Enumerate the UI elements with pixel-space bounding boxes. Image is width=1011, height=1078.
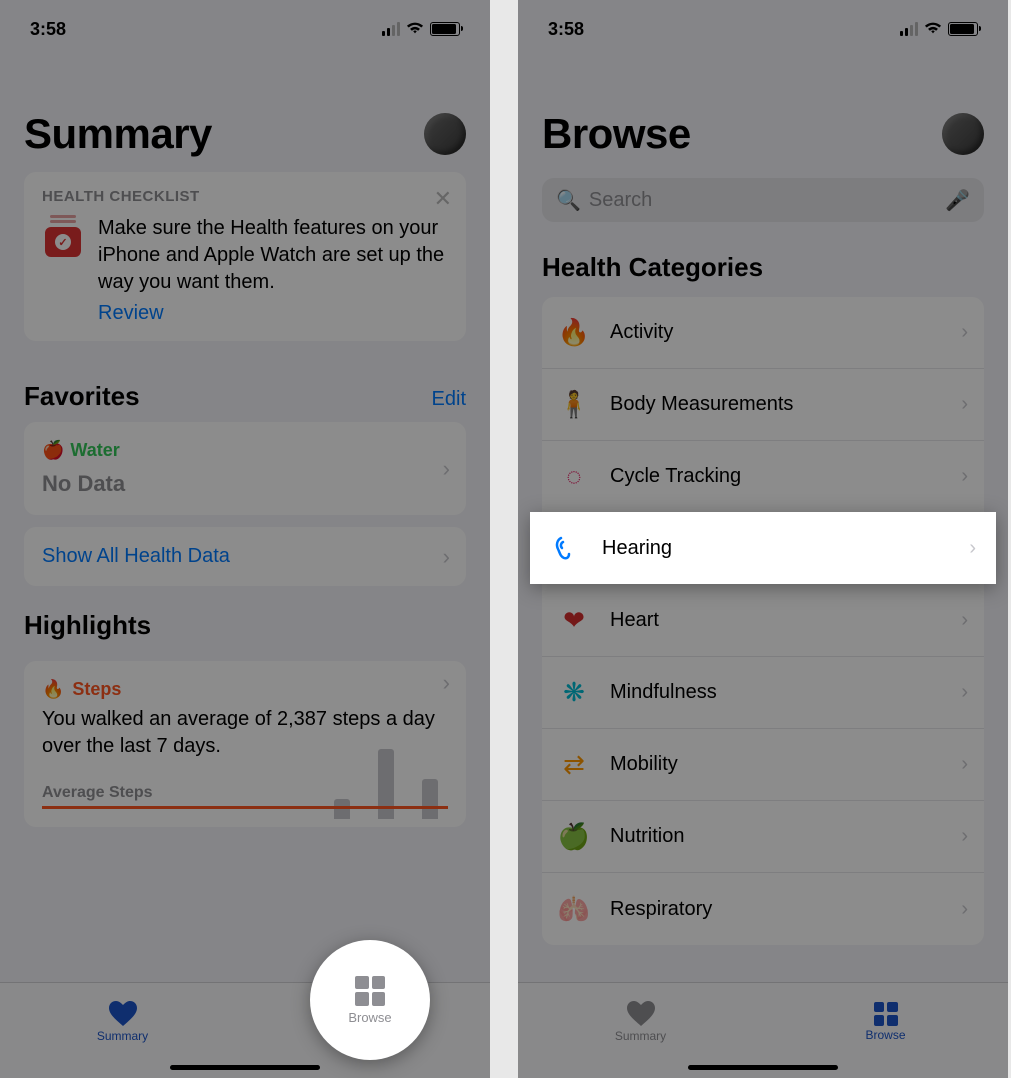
search-input[interactable]: 🔍 Search 🎤 bbox=[542, 178, 984, 222]
category-label: Nutrition bbox=[610, 825, 684, 848]
phone-summary: 3:58 Summary HEALTH CHECKLIST ✕ ✓ Make s… bbox=[0, 0, 490, 1078]
chevron-right-icon: › bbox=[443, 670, 450, 696]
chevron-right-icon: › bbox=[961, 465, 968, 488]
checklist-icon: ✓ bbox=[42, 215, 84, 325]
browse-highlight-label: Browse bbox=[348, 1010, 391, 1025]
no-data-label: No Data bbox=[42, 471, 448, 497]
category-label: Activity bbox=[610, 321, 673, 344]
chevron-right-icon: › bbox=[961, 609, 968, 632]
category-hearing[interactable]: Hearing › bbox=[530, 512, 996, 584]
mic-icon[interactable]: 🎤 bbox=[945, 188, 970, 213]
favorites-water-card[interactable]: 🍎 Water No Data › bbox=[24, 422, 466, 515]
ear-icon bbox=[548, 530, 584, 566]
phone-browse: 3:58 Browse 🔍 Search 🎤 Health Categories… bbox=[518, 0, 1008, 1078]
chevron-right-icon: › bbox=[961, 681, 968, 704]
chevron-right-icon: › bbox=[961, 321, 968, 344]
chevron-right-icon: › bbox=[969, 537, 976, 560]
signal-icon bbox=[382, 22, 400, 36]
status-bar: 3:58 bbox=[518, 0, 1008, 50]
flame-icon: 🔥 bbox=[42, 679, 64, 700]
category-nutrition[interactable]: 🍏 Nutrition › bbox=[542, 801, 984, 873]
chart-avg-line bbox=[42, 806, 448, 809]
checklist-header: HEALTH CHECKLIST bbox=[42, 188, 448, 205]
lungs-icon: 🫁 bbox=[556, 891, 592, 927]
chevron-right-icon: › bbox=[961, 393, 968, 416]
status-bar: 3:58 bbox=[0, 0, 490, 50]
avatar[interactable] bbox=[942, 113, 984, 155]
grid-icon bbox=[355, 976, 385, 1006]
tab-summary[interactable]: Summary bbox=[0, 983, 245, 1078]
edit-link[interactable]: Edit bbox=[432, 388, 466, 411]
page-title: Browse bbox=[542, 110, 691, 158]
tab-browse[interactable]: Browse bbox=[763, 983, 1008, 1078]
health-checklist-card: HEALTH CHECKLIST ✕ ✓ Make sure the Healt… bbox=[24, 172, 466, 341]
chevron-right-icon: › bbox=[443, 544, 450, 570]
status-time: 3:58 bbox=[548, 19, 584, 40]
tab-summary-label: Summary bbox=[615, 1029, 666, 1043]
category-respiratory[interactable]: 🫁 Respiratory › bbox=[542, 873, 984, 945]
cycle-icon: ◌ bbox=[556, 459, 592, 495]
page-title: Summary bbox=[24, 110, 212, 158]
avatar[interactable] bbox=[424, 113, 466, 155]
search-placeholder: Search bbox=[589, 189, 652, 212]
category-activity[interactable]: 🔥 Activity › bbox=[542, 297, 984, 369]
water-label: Water bbox=[70, 440, 119, 461]
heart-icon bbox=[626, 1001, 656, 1027]
category-label: Body Measurements bbox=[610, 393, 793, 416]
tab-browse-label: Browse bbox=[865, 1028, 905, 1042]
tab-summary-label: Summary bbox=[97, 1029, 148, 1043]
chevron-right-icon: › bbox=[961, 753, 968, 776]
health-categories-header: Health Categories bbox=[518, 246, 1008, 297]
battery-icon bbox=[430, 22, 460, 36]
highlights-header: Highlights bbox=[24, 610, 151, 641]
category-label: Mindfulness bbox=[610, 681, 717, 704]
flame-icon: 🔥 bbox=[556, 315, 592, 351]
wifi-icon bbox=[924, 19, 942, 40]
category-list: 🔥 Activity › 🧍 Body Measurements › ◌ Cyc… bbox=[542, 297, 984, 945]
close-icon[interactable]: ✕ bbox=[434, 186, 452, 212]
favorites-header: Favorites bbox=[24, 381, 140, 412]
home-indicator[interactable] bbox=[170, 1065, 320, 1070]
tab-summary[interactable]: Summary bbox=[518, 983, 763, 1078]
mobility-icon: ⇄ bbox=[556, 747, 592, 783]
home-indicator[interactable] bbox=[688, 1065, 838, 1070]
show-all-health-data[interactable]: Show All Health Data › bbox=[24, 527, 466, 586]
person-icon: 🧍 bbox=[556, 387, 592, 423]
category-cycle-tracking[interactable]: ◌ Cycle Tracking › bbox=[542, 441, 984, 513]
category-mindfulness[interactable]: ❋ Mindfulness › bbox=[542, 657, 984, 729]
checklist-body: Make sure the Health features on your iP… bbox=[98, 215, 448, 296]
status-time: 3:58 bbox=[30, 19, 66, 40]
category-label: Heart bbox=[610, 609, 659, 632]
grid-icon bbox=[874, 1002, 898, 1026]
category-label: Mobility bbox=[610, 753, 678, 776]
wifi-icon bbox=[406, 19, 424, 40]
review-link[interactable]: Review bbox=[98, 302, 164, 325]
steps-label: Steps bbox=[72, 679, 121, 700]
mindfulness-icon: ❋ bbox=[556, 675, 592, 711]
chevron-right-icon: › bbox=[961, 898, 968, 921]
category-body-measurements[interactable]: 🧍 Body Measurements › bbox=[542, 369, 984, 441]
chevron-right-icon: › bbox=[961, 825, 968, 848]
heart-icon: ❤ bbox=[556, 603, 592, 639]
category-label: Hearing bbox=[602, 537, 672, 560]
signal-icon bbox=[900, 22, 918, 36]
category-label: Cycle Tracking bbox=[610, 465, 741, 488]
search-icon: 🔍 bbox=[556, 188, 581, 213]
heart-icon bbox=[108, 1001, 138, 1027]
water-icon: 🍎 bbox=[42, 440, 64, 461]
apple-icon: 🍏 bbox=[556, 819, 592, 855]
category-heart[interactable]: ❤ Heart › bbox=[542, 585, 984, 657]
tab-bar: Summary Browse bbox=[518, 982, 1008, 1078]
show-all-label: Show All Health Data bbox=[42, 545, 230, 567]
battery-icon bbox=[948, 22, 978, 36]
steps-highlight-card[interactable]: 🔥Steps › You walked an average of 2,387 … bbox=[24, 661, 466, 827]
chevron-right-icon: › bbox=[443, 456, 450, 482]
browse-tab-highlight[interactable]: Browse bbox=[310, 940, 430, 1060]
category-mobility[interactable]: ⇄ Mobility › bbox=[542, 729, 984, 801]
category-label: Respiratory bbox=[610, 898, 712, 921]
